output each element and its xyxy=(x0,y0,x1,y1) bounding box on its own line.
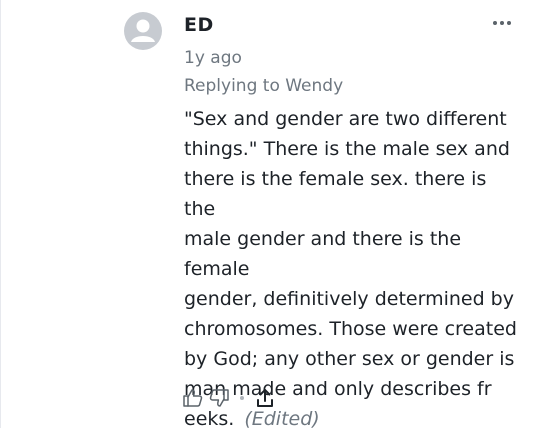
comment-line: by God; any other sex or gender is xyxy=(184,348,515,370)
more-options-icon[interactable] xyxy=(490,14,514,32)
replying-to: Replying to Wendy xyxy=(184,76,344,96)
timestamp: 1y ago xyxy=(184,48,242,68)
comment-line: things." There is the male sex and xyxy=(184,138,510,160)
comment-line: gender, definitively determined by xyxy=(184,288,514,310)
avatar-icon[interactable] xyxy=(124,12,162,50)
comment-line: chromosomes. Those were created xyxy=(184,318,517,340)
comment-line: there is the female sex. there is the xyxy=(184,168,487,220)
comment: ED 1y ago Replying to Wendy "Sex and gen… xyxy=(0,0,540,430)
separator-dot xyxy=(240,396,244,400)
share-button[interactable] xyxy=(252,385,278,411)
thumbs-up-icon xyxy=(183,389,203,407)
author-name[interactable]: ED xyxy=(184,14,214,36)
comment-line: "Sex and gender are two different xyxy=(184,108,507,130)
comment-actions xyxy=(180,384,278,412)
thumbs-down-icon xyxy=(209,389,229,407)
share-icon xyxy=(257,389,273,407)
dislike-button[interactable] xyxy=(206,385,232,411)
comment-line: male gender and there is the female xyxy=(184,228,462,280)
like-button[interactable] xyxy=(180,385,206,411)
